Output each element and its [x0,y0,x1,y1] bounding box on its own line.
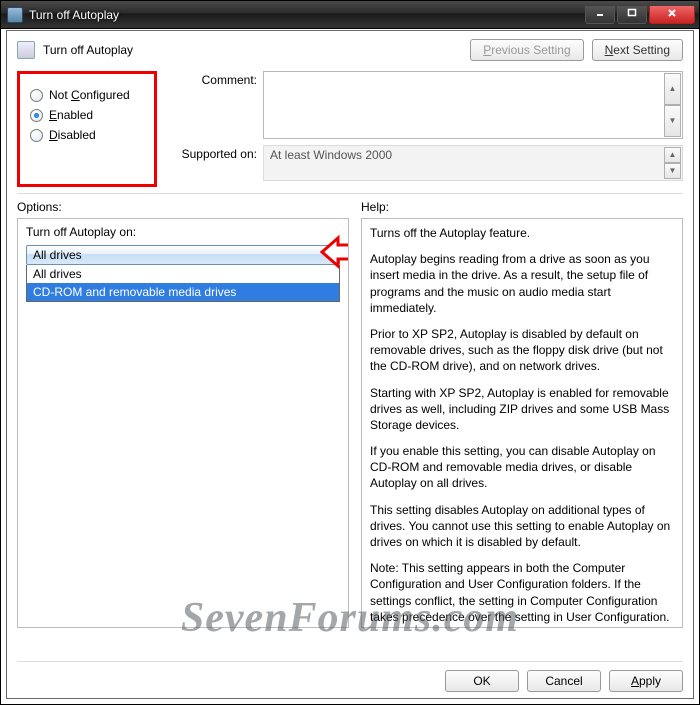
options-pane: Turn off Autoplay on: All drives All dri… [17,218,349,628]
supported-value: At least Windows 2000 [270,148,392,162]
policy-icon [17,41,35,59]
window-controls [585,6,695,24]
metadata-area: Comment: ▲ ▼ Supported on: At least Wind… [167,71,683,187]
close-button[interactable] [649,6,695,24]
pane-labels: Options: Help: [17,200,683,214]
radio-icon [30,129,43,142]
supported-label: Supported on: [167,145,257,161]
state-enabled[interactable]: Enabled [30,108,144,122]
state-radio-group: Not Configured Enabled Disabled [17,71,157,187]
autoplay-target-dropdown[interactable]: All drives [26,245,340,265]
chevron-down-icon [321,248,337,262]
comment-scroll[interactable]: ▲ ▼ [664,73,681,137]
app-icon [7,7,23,23]
help-paragraph: Starting with XP SP2, Autoplay is enable… [370,385,674,434]
radio-label: Enabled [49,108,93,122]
supported-scroll[interactable]: ▲ ▼ [664,147,681,179]
minimize-button[interactable] [585,6,615,24]
scroll-down-icon[interactable]: ▼ [664,163,681,179]
help-paragraph: If you enable this setting, you can disa… [370,443,674,492]
maximize-button[interactable] [617,6,647,24]
comment-input[interactable]: ▲ ▼ [263,71,683,139]
dialog-footer: OK Cancel Apply [17,661,683,692]
policy-name: Turn off Autoplay [43,43,462,57]
dropdown-option[interactable]: All drives [27,265,339,283]
help-paragraph: Autoplay begins reading from a drive as … [370,251,674,316]
radio-icon [30,89,43,102]
scroll-up-icon[interactable]: ▲ [664,147,681,163]
state-disabled[interactable]: Disabled [30,128,144,142]
help-paragraph: Note: This setting appears in both the C… [370,560,674,625]
dropdown-value: All drives [33,248,82,262]
comment-label: Comment: [167,71,257,87]
dialog-header: Turn off Autoplay Previous Setting Next … [17,39,683,61]
radio-icon [30,109,43,122]
radio-label: Disabled [49,128,96,142]
separator [17,193,683,194]
cancel-button[interactable]: Cancel [527,670,601,692]
top-config: Not Configured Enabled Disabled Comment:… [17,71,683,187]
help-label: Help: [361,200,683,214]
help-paragraph: This setting disables Autoplay on additi… [370,502,674,551]
ok-button[interactable]: OK [445,670,519,692]
option-title: Turn off Autoplay on: [26,225,340,239]
state-not-configured[interactable]: Not Configured [30,88,144,102]
titlebar: Turn off Autoplay [1,1,699,29]
panes: Turn off Autoplay on: All drives All dri… [17,218,683,628]
apply-button[interactable]: Apply [609,670,683,692]
scroll-up-icon[interactable]: ▲ [664,73,681,105]
next-setting-button[interactable]: Next Setting [592,39,683,61]
supported-text: At least Windows 2000 ▲ ▼ [263,145,683,181]
dropdown-list[interactable]: All drives CD-ROM and removable media dr… [26,265,340,302]
help-paragraph: Prior to XP SP2, Autoplay is disabled by… [370,326,674,375]
options-label: Options: [17,200,349,214]
window-title: Turn off Autoplay [29,8,585,22]
help-pane: Turns off the Autoplay feature. Autoplay… [361,218,683,628]
client-area: Turn off Autoplay Previous Setting Next … [6,30,694,699]
help-paragraph: Turns off the Autoplay feature. [370,225,674,241]
dropdown-option[interactable]: CD-ROM and removable media drives [27,283,339,301]
previous-setting-button[interactable]: Previous Setting [470,39,583,61]
radio-label: Not Configured [49,88,130,102]
scroll-down-icon[interactable]: ▼ [664,105,681,137]
